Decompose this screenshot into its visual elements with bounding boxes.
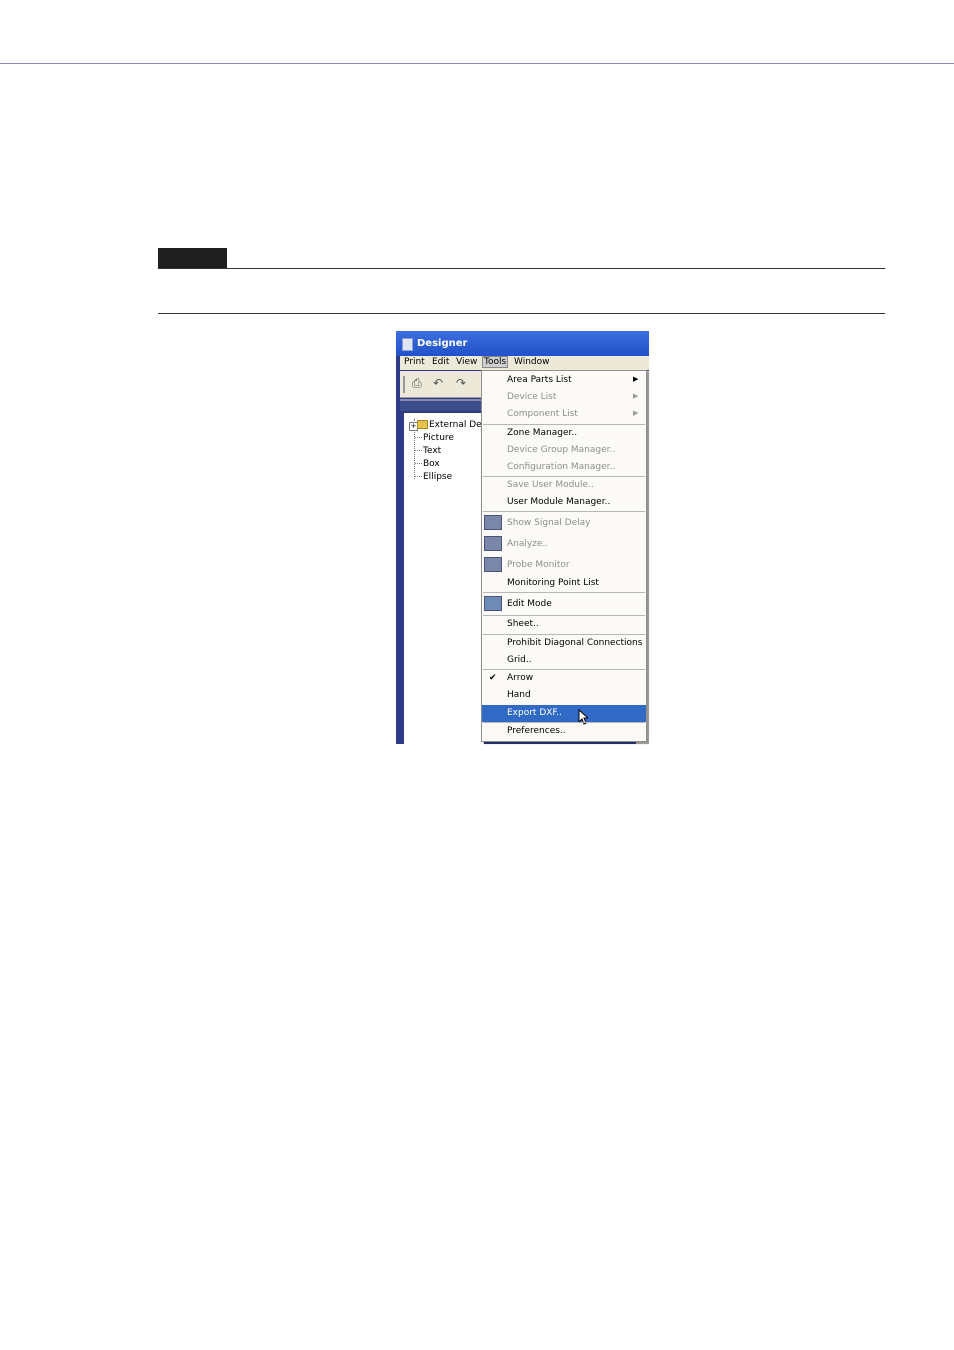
menu-view[interactable]: View [456, 357, 477, 367]
submenu-arrow-icon: ▶ [633, 409, 639, 417]
menu-item-zone-manager[interactable]: Zone Manager.. [482, 425, 646, 442]
undo-icon[interactable]: ↶ [433, 377, 443, 389]
tree-item-label: Box [423, 459, 440, 469]
tree-item-picture[interactable]: Picture [415, 433, 454, 443]
note-rule-bottom [158, 313, 885, 314]
menu-item-arrow[interactable]: ✔ Arrow [482, 670, 646, 687]
tree-item-label: Ellipse [423, 472, 453, 482]
page-header-rule [0, 63, 954, 64]
edit-mode-icon [484, 596, 502, 611]
designer-app-icon [402, 338, 413, 351]
tree-item-label: Picture [423, 433, 454, 443]
menu-item-hand[interactable]: Hand [482, 687, 646, 704]
window-titlebar: Designer [396, 331, 649, 356]
tools-dropdown-menu: Area Parts List ▶ Device List ▶ Componen… [481, 370, 647, 742]
signal-delay-icon [484, 515, 502, 530]
toolbar-grip[interactable] [403, 376, 405, 393]
menu-item-configuration-manager[interactable]: Configuration Manager.. [482, 459, 646, 476]
menu-window[interactable]: Window [514, 357, 550, 367]
tree-item-box[interactable]: Box [415, 459, 440, 469]
menu-print[interactable]: Print [404, 357, 425, 367]
menu-item-sheet[interactable]: Sheet.. [482, 616, 646, 633]
panel-header [400, 399, 482, 411]
menu-item-analyze[interactable]: Analyze.. [482, 534, 646, 554]
tree-item-text[interactable]: Text [415, 446, 441, 456]
print-icon[interactable]: ⎙ [412, 377, 422, 389]
menu-item-show-signal-delay[interactable]: Show Signal Delay [482, 513, 646, 533]
tree-item-label: Text [423, 446, 442, 456]
menu-edit[interactable]: Edit [432, 357, 449, 367]
menu-item-grid[interactable]: Grid.. [482, 652, 646, 669]
menu-tools[interactable]: Tools [482, 356, 509, 368]
menu-item-export-dxf[interactable]: Export DXF.. [482, 705, 646, 725]
menu-item-device-group-manager[interactable]: Device Group Manager.. [482, 442, 646, 459]
menu-separator [483, 592, 645, 593]
toolbar: ⎙ ↶ ↷ [400, 371, 482, 398]
note-tab [158, 248, 227, 269]
menu-item-prohibit-diagonal-connections[interactable]: Prohibit Diagonal Connections [482, 635, 646, 652]
menu-item-device-list[interactable]: Device List ▶ [482, 389, 646, 406]
folder-icon [417, 420, 428, 429]
menu-item-area-parts-list[interactable]: Area Parts List ▶ [482, 372, 646, 389]
menu-item-component-list[interactable]: Component List ▶ [482, 406, 646, 423]
menu-separator [483, 511, 645, 512]
menu-item-edit-mode[interactable]: Edit Mode [482, 594, 646, 614]
menu-item-monitoring-point-list[interactable]: Monitoring Point List [482, 575, 646, 592]
checkmark-icon: ✔ [489, 673, 497, 683]
submenu-arrow-icon: ▶ [633, 375, 639, 383]
menubar: Print Edit View Tools Window [400, 356, 649, 370]
tree-item-ellipse[interactable]: Ellipse [415, 472, 452, 482]
menu-item-preferences[interactable]: Preferences.. [482, 723, 646, 740]
menu-item-user-module-manager[interactable]: User Module Manager.. [482, 494, 646, 511]
redo-icon[interactable]: ↷ [456, 377, 466, 389]
menu-item-save-user-module[interactable]: Save User Module.. [482, 477, 646, 494]
analyze-icon [484, 536, 502, 551]
window-title: Designer [417, 338, 468, 349]
menu-item-probe-monitor[interactable]: Probe Monitor [482, 555, 646, 575]
note-rule-top [158, 268, 885, 269]
tree-item-external[interactable]: External De [417, 420, 482, 430]
probe-monitor-icon [484, 557, 502, 572]
submenu-arrow-icon: ▶ [633, 392, 639, 400]
object-tree: + External De Picture Text Box Ellipse [404, 413, 484, 744]
tree-item-label: External De [429, 420, 482, 430]
